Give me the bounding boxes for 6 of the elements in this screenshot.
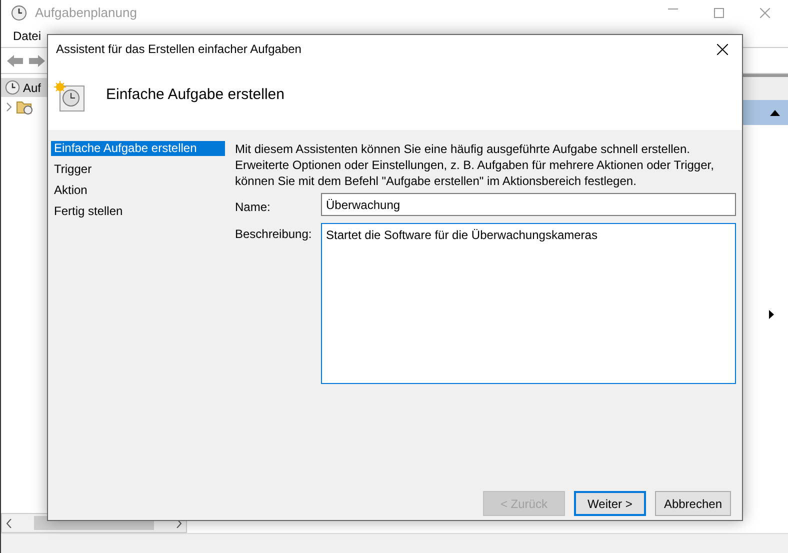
dialog-heading: Einfache Aufgabe erstellen (106, 86, 284, 104)
field-label: Name: (235, 199, 272, 216)
intro-text: Mit diesem Assistenten können Sie eine häufig ausgeführte Aufgabe schnell erstellen. Erweiterte Optionen oder Einstellungen, z. B. Aufgaben für mehrere Aktionen oder Trigger, können Sie mit dem Befehl "Aufgabe erstellen" im Aktionsbereich festlegen. (235, 141, 715, 189)
dialog-title: Assistent für das Erstellen einfacher Aufgaben (56, 41, 302, 58)
window-title: Aufgabenplanung (35, 4, 137, 22)
field-label: Beschreibung: (235, 226, 313, 243)
